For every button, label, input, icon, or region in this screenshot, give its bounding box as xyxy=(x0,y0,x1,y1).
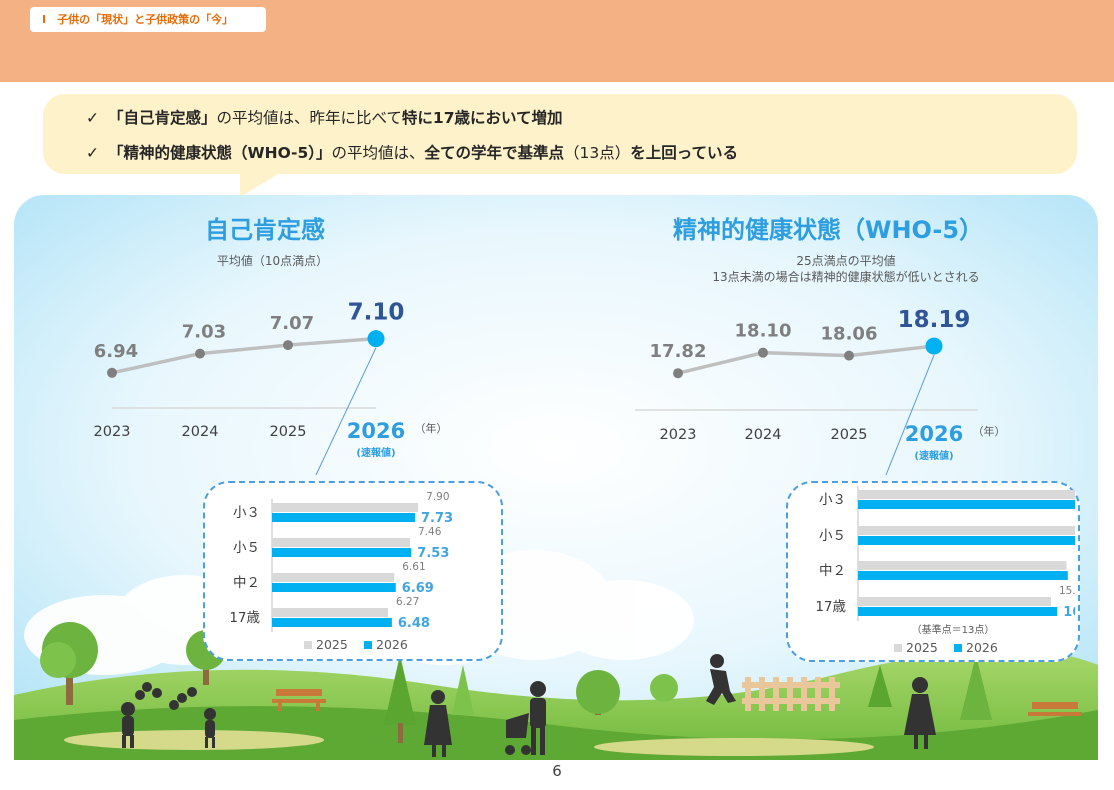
left-panel-title: 自己肯定感 xyxy=(205,216,325,244)
category-label: 中２ xyxy=(233,575,260,591)
baseline-note: （基準点＝13点） xyxy=(912,623,995,636)
data-point xyxy=(673,368,683,379)
preliminary-note: (速報値) xyxy=(914,449,953,462)
bar-2026 xyxy=(858,500,1075,509)
x-tick-label: 2025 xyxy=(270,424,307,440)
page-number: 6 xyxy=(552,762,562,780)
summary-line-1-bold-1: 「自己肯定感」 xyxy=(108,109,217,127)
category-label: 小５ xyxy=(233,540,260,556)
bar-2025 xyxy=(858,597,1051,606)
legend-swatch-2026 xyxy=(364,641,372,649)
data-label: 7.07 xyxy=(270,313,314,334)
bar-2025 xyxy=(272,538,411,547)
data-label-2025: 7.90 xyxy=(426,491,449,503)
legend-label-2026: 2026 xyxy=(376,637,408,652)
who5-line-chart: 17.82 18.10 18.06 18.19 2023 2024 2025 2026 （年） (… xyxy=(635,307,1006,475)
bar-2026 xyxy=(858,536,1075,545)
x-tick-label: 2024 xyxy=(745,427,782,443)
data-label: 18.19 xyxy=(898,307,971,333)
bar-2026 xyxy=(272,618,392,627)
legend-label-2025: 2025 xyxy=(906,640,938,655)
legend-label-2026: 2026 xyxy=(966,640,998,655)
summary-line-2-text-1: の平均値は、 xyxy=(331,144,425,162)
data-point xyxy=(758,347,768,358)
bar-2026 xyxy=(272,583,396,592)
data-point xyxy=(195,348,205,359)
section-tag: Ⅰ 子供の「現状」と子供政策の「今」 xyxy=(30,7,266,32)
bar-2025 xyxy=(272,503,419,512)
category-label: 17歳 xyxy=(815,599,846,615)
data-point xyxy=(283,340,293,351)
bar-2025 xyxy=(272,573,395,582)
bar-2025 xyxy=(858,490,1075,499)
summary-line-2-bold-3: を上回っている xyxy=(630,144,739,162)
check-icon: ✓ xyxy=(86,109,99,127)
data-point xyxy=(925,337,943,355)
data-label: 7.03 xyxy=(182,322,226,343)
right-panel-title: 精神的健康状態（WHO-5） xyxy=(673,216,984,244)
summary-line-2: ✓ 「精神的健康状態（WHO-5）」の平均値は、全ての学年で基準点（13点）を上回… xyxy=(86,141,738,163)
category-label: 小３ xyxy=(233,505,260,521)
legend-swatch-2026 xyxy=(954,644,962,652)
summary-line-2-text-2: （13点） xyxy=(564,144,631,162)
category-label: 小３ xyxy=(819,492,846,508)
bar-2026 xyxy=(272,548,412,557)
data-label: 18.06 xyxy=(821,324,878,345)
x-tick-label: 2026 xyxy=(905,422,963,446)
data-label-2026: 17.31 xyxy=(1074,569,1075,584)
bar-2025 xyxy=(858,561,1067,570)
summary-line-1-bold-2: 特に17歳において増加 xyxy=(401,109,563,127)
data-point xyxy=(367,330,385,348)
preliminary-note: (速報値) xyxy=(356,446,395,459)
who5-grade-bar-chart: 小３20.0119.87小５19.1119.26中２17.2117.3117歳1… xyxy=(815,486,1075,655)
bar-2026 xyxy=(858,571,1068,580)
data-label-2026: 7.53 xyxy=(417,546,449,561)
data-label-2026: 7.73 xyxy=(421,511,453,526)
category-label: 中２ xyxy=(819,563,846,579)
summary-line-1: ✓ 「自己肯定感」の平均値は、昨年に比べて特に17歳において増加 xyxy=(86,106,563,128)
summary-line-1-text-1: の平均値は、昨年に比べて xyxy=(216,109,402,127)
series-line xyxy=(677,344,935,375)
category-label: 小５ xyxy=(819,528,846,544)
x-tick-label: 2026 xyxy=(347,419,405,443)
data-point xyxy=(107,367,117,378)
summary-line-2-bold-2: 全ての学年で基準点 xyxy=(424,144,565,162)
data-label-2025: 6.27 xyxy=(396,596,419,608)
data-label: 6.94 xyxy=(94,341,138,362)
data-label-2026: 16.44 xyxy=(1063,605,1075,620)
data-label: 18.10 xyxy=(735,321,792,342)
data-label: 17.82 xyxy=(650,341,707,362)
bar-2026 xyxy=(858,607,1058,616)
right-panel-note-1: 25点満点の平均値 xyxy=(796,254,896,268)
summary-line-2-bold-1: 「精神的健康状態（WHO-5）」 xyxy=(108,144,332,162)
legend-label-2025: 2025 xyxy=(316,637,348,652)
left-panel-note: 平均値（10点満点） xyxy=(216,254,329,268)
legend-swatch-2025 xyxy=(894,644,902,652)
legend-swatch-2025 xyxy=(304,641,312,649)
self-esteem-grade-bar-chart: 小３ 7.90 7.73 小５ 7.46 7.53 中２ 6.61 6.69 17歳 6.27 6.4… xyxy=(229,491,453,652)
x-tick-label: 2023 xyxy=(660,427,697,443)
x-tick-label: 2025 xyxy=(831,427,868,443)
bar-2025 xyxy=(272,608,388,617)
bar-2025 xyxy=(858,526,1075,535)
data-label: 7.10 xyxy=(348,300,405,326)
data-label-2025: 6.61 xyxy=(402,561,425,573)
year-unit-label: （年） xyxy=(973,424,1006,438)
data-label-2026: 6.48 xyxy=(398,616,430,631)
check-icon: ✓ xyxy=(86,144,99,162)
data-label-2025: 15.92 xyxy=(1059,585,1075,597)
category-label: 17歳 xyxy=(229,610,260,626)
series-line xyxy=(111,336,377,375)
data-point xyxy=(844,350,854,361)
x-tick-label: 2023 xyxy=(94,424,131,440)
x-tick-label: 2024 xyxy=(182,424,219,440)
right-panel-note-2: 13点未満の場合は精神的健康状態が低いとされる xyxy=(712,270,980,284)
callout-tail xyxy=(240,173,280,197)
year-unit-label: （年） xyxy=(415,421,448,435)
self-esteem-line-chart: 6.94 7.03 7.07 7.10 2023 2024 2025 2026 （年） (速報値) xyxy=(94,300,448,475)
data-label-2026: 6.69 xyxy=(402,581,434,596)
bar-2026 xyxy=(272,513,416,522)
data-label-2025: 7.46 xyxy=(418,526,442,538)
